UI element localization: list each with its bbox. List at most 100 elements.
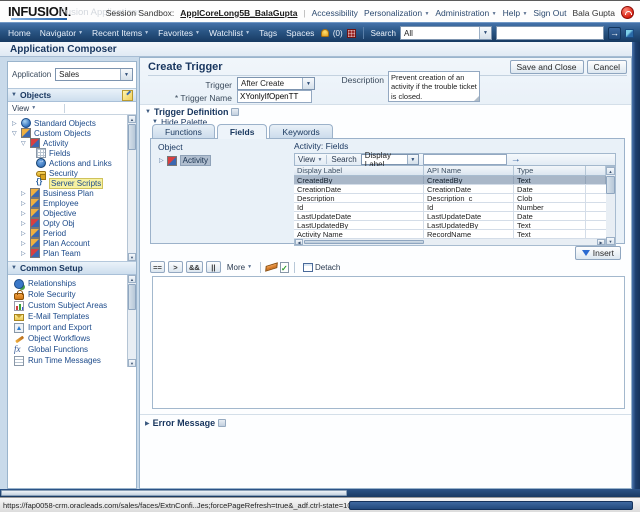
- tree-item-plan-account[interactable]: ▷ Plan Account: [8, 238, 136, 248]
- save-and-close-button[interactable]: Save and Close: [510, 60, 584, 74]
- search-column-select[interactable]: Display Label▼: [361, 154, 419, 165]
- column-header-api-name[interactable]: API Name: [424, 166, 514, 175]
- scrollbar-thumb[interactable]: [606, 176, 615, 194]
- tree-item-actions-and-links[interactable]: Actions and Links: [8, 158, 136, 168]
- scroll-up-icon[interactable]: ▲: [606, 167, 615, 175]
- expand-icon[interactable]: ▶: [145, 420, 150, 427]
- alerts-bell-icon[interactable]: [321, 29, 329, 37]
- tree-item-employee[interactable]: ▷ Employee: [8, 198, 136, 208]
- tree-item-activity[interactable]: ▽ Activity: [8, 138, 136, 148]
- trigger-definition-section-header[interactable]: ▼ Trigger Definition: [140, 104, 631, 117]
- expand-icon[interactable]: ▷: [21, 230, 27, 237]
- nav-watchlist-menu[interactable]: Watchlist▼: [209, 28, 250, 38]
- chevron-down-icon[interactable]: ▼: [407, 155, 418, 164]
- objects-panel-header[interactable]: ▼ Objects: [8, 88, 136, 102]
- scrollbar-thumb[interactable]: [1, 490, 347, 496]
- list-item-role-security[interactable]: Role Security: [8, 289, 136, 300]
- table-search-go-icon[interactable]: →: [511, 155, 521, 165]
- more-menu[interactable]: More ▼: [224, 263, 255, 272]
- scroll-down-icon[interactable]: ▼: [128, 359, 136, 367]
- objects-tree-scrollbar[interactable]: ▲ ▼: [127, 115, 136, 261]
- advanced-search-icon[interactable]: [625, 29, 634, 38]
- tree-item-opty-obj[interactable]: ▷ Opty Obj: [8, 218, 136, 228]
- tree-item-security[interactable]: Security: [8, 168, 136, 178]
- session-sandbox-link[interactable]: ApplCoreLong5B_BalaGupta: [180, 8, 297, 18]
- scroll-left-icon[interactable]: ◀: [295, 239, 303, 245]
- nav-tags[interactable]: Tags: [259, 28, 277, 38]
- description-textarea[interactable]: Prevent creation of an activity if the t…: [388, 71, 480, 102]
- collapse-icon[interactable]: ▽: [12, 130, 18, 137]
- insert-button[interactable]: Insert: [575, 246, 621, 260]
- detach-button[interactable]: Detach: [300, 263, 343, 272]
- chevron-down-icon[interactable]: ▼: [120, 69, 132, 80]
- search-go-button[interactable]: →: [608, 27, 621, 40]
- tab-functions[interactable]: Functions: [152, 124, 215, 138]
- tree-item-plan-team[interactable]: ▷ Plan Team: [8, 248, 136, 258]
- list-item-import-and-export[interactable]: Import and Export: [8, 322, 136, 333]
- common-setup-panel-header[interactable]: ▼ Common Setup: [8, 261, 136, 275]
- tree-item-fields[interactable]: Fields: [8, 148, 136, 158]
- list-item-global-functions[interactable]: Global Functions: [8, 344, 136, 355]
- nav-favorites-menu[interactable]: Favorites▼: [158, 28, 200, 38]
- table-row[interactable]: CreatedBy CreatedBy Text: [294, 176, 606, 185]
- section-options-icon[interactable]: [231, 108, 239, 116]
- nav-spaces[interactable]: Spaces: [286, 28, 314, 38]
- trigger-name-input[interactable]: [237, 90, 312, 103]
- and-operator-button[interactable]: &&: [186, 261, 203, 273]
- equals-operator-button[interactable]: ==: [150, 261, 165, 273]
- list-item-relationships[interactable]: Relationships: [8, 278, 136, 289]
- expand-icon[interactable]: ▷: [159, 157, 164, 164]
- tree-item-standard-objects[interactable]: ▷ Standard Objects: [8, 118, 136, 128]
- horizontal-scrollbar-track[interactable]: [0, 489, 640, 497]
- scrollbar-thumb[interactable]: [128, 284, 136, 310]
- tab-fields[interactable]: Fields: [217, 124, 268, 139]
- scroll-down-icon[interactable]: ▼: [606, 237, 615, 245]
- collapse-icon[interactable]: ▼: [11, 265, 17, 271]
- scrollbar-thumb[interactable]: [304, 240, 424, 244]
- application-select[interactable]: Sales▼: [55, 68, 133, 81]
- column-header-display-label[interactable]: Display Label: [294, 166, 424, 175]
- search-input[interactable]: [496, 26, 604, 40]
- tree-item-custom-objects[interactable]: ▽ Custom Objects: [8, 128, 136, 138]
- eraser-icon[interactable]: [265, 262, 278, 271]
- table-row[interactable]: LastUpdateDate LastUpdateDate Date: [294, 212, 606, 221]
- column-header-type[interactable]: Type: [514, 166, 586, 175]
- collapse-icon[interactable]: ▼: [145, 109, 151, 115]
- script-editor-area[interactable]: [152, 276, 625, 409]
- nav-home[interactable]: Home: [8, 28, 31, 38]
- cancel-button[interactable]: Cancel: [587, 60, 627, 74]
- favorites-grid-icon[interactable]: [347, 29, 356, 38]
- nav-navigator-menu[interactable]: Navigator▼: [40, 28, 83, 38]
- nav-recent-items-menu[interactable]: Recent Items▼: [92, 28, 149, 38]
- table-row[interactable]: LastUpdatedBy LastUpdatedBy Text: [294, 221, 606, 230]
- common-setup-scrollbar[interactable]: ▲ ▼: [127, 275, 136, 367]
- expand-icon[interactable]: ▷: [21, 220, 27, 227]
- list-item-run-time-messages[interactable]: Run Time Messages: [8, 355, 136, 366]
- expand-icon[interactable]: ▷: [21, 210, 27, 217]
- scrollbar-thumb[interactable]: [128, 124, 136, 150]
- validate-icon[interactable]: [280, 262, 289, 273]
- palette-object-label[interactable]: Activity: [180, 155, 211, 166]
- contact-icon[interactable]: [621, 6, 634, 19]
- chevron-down-icon[interactable]: ▼: [479, 27, 491, 39]
- table-search-input[interactable]: [423, 154, 507, 165]
- personalization-menu[interactable]: Personalization ▼: [364, 8, 429, 18]
- error-message-section-header[interactable]: ▶ Error Message: [140, 414, 631, 428]
- expand-icon[interactable]: ▷: [12, 120, 18, 127]
- list-item-custom-subject-areas[interactable]: Custom Subject Areas: [8, 300, 136, 311]
- table-row[interactable]: Description Description_c Clob: [294, 194, 606, 203]
- table-row[interactable]: CreationDate CreationDate Date: [294, 185, 606, 194]
- scroll-up-icon[interactable]: ▲: [128, 275, 136, 283]
- administration-menu[interactable]: Administration ▼: [435, 8, 496, 18]
- table-vertical-scrollbar[interactable]: ▲ ▼: [606, 166, 616, 246]
- scroll-right-icon[interactable]: ▶: [597, 239, 605, 245]
- collapse-icon[interactable]: ▽: [21, 140, 27, 147]
- greater-than-operator-button[interactable]: >: [168, 261, 183, 273]
- expand-icon[interactable]: ▷: [21, 250, 27, 257]
- scroll-down-icon[interactable]: ▼: [128, 253, 136, 261]
- expand-icon[interactable]: ▷: [21, 190, 27, 197]
- collapse-icon[interactable]: ▼: [11, 92, 17, 98]
- new-object-icon[interactable]: [122, 90, 133, 101]
- tree-item-period[interactable]: ▷ Period: [8, 228, 136, 238]
- search-scope-select[interactable]: All▼: [400, 26, 492, 40]
